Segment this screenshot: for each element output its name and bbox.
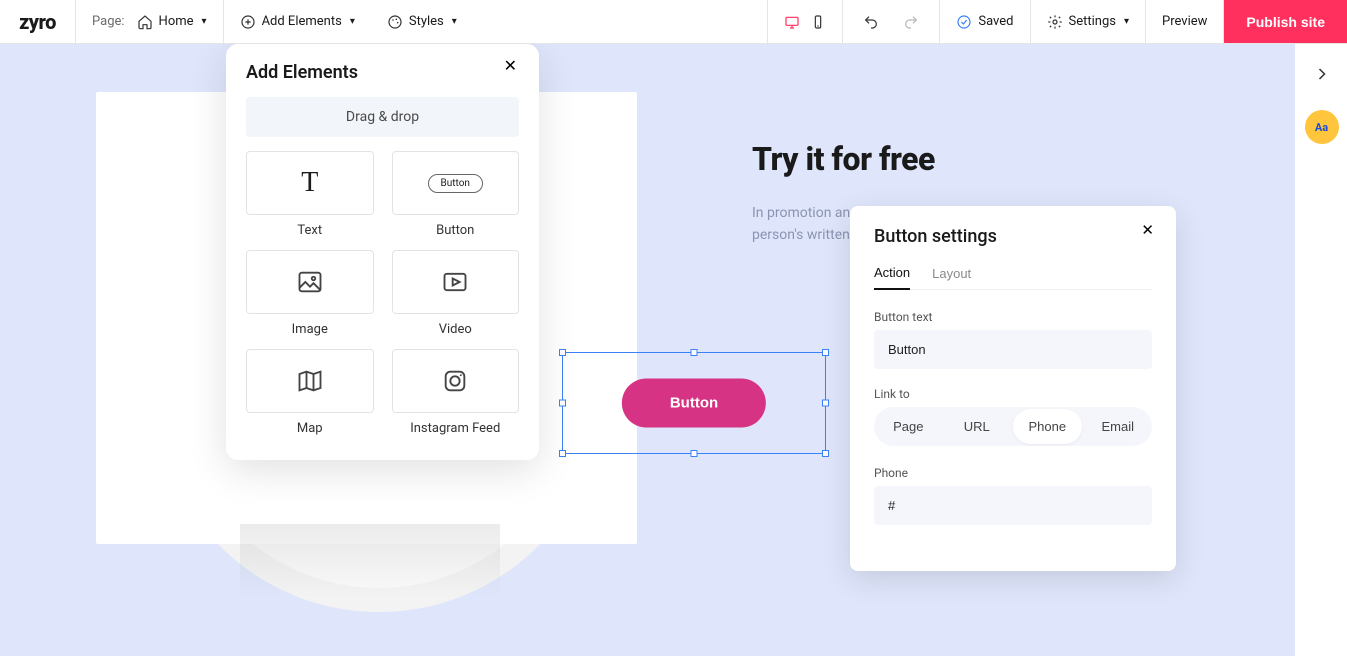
hero-title: Try it for free bbox=[752, 140, 935, 178]
aa-icon: Aa bbox=[1315, 121, 1328, 134]
link-option-url[interactable]: URL bbox=[943, 407, 1012, 446]
element-tile-text[interactable]: T Text bbox=[246, 151, 374, 238]
canvas-button-element[interactable]: Button bbox=[622, 379, 766, 428]
tab-action[interactable]: Action bbox=[874, 265, 910, 290]
link-to-label: Link to bbox=[874, 387, 1152, 401]
button-text-input[interactable] bbox=[874, 330, 1152, 369]
publish-button[interactable]: Publish site bbox=[1224, 0, 1347, 43]
button-settings-tabs: Action Layout bbox=[874, 265, 1152, 290]
gear-icon bbox=[1047, 14, 1063, 30]
redo-icon[interactable] bbox=[903, 14, 919, 30]
link-to-selector: Page URL Phone Email bbox=[874, 407, 1152, 446]
link-option-page[interactable]: Page bbox=[874, 407, 943, 446]
chevron-down-icon: ▾ bbox=[350, 16, 355, 27]
element-tile-label: Video bbox=[392, 322, 520, 337]
chevron-right-icon[interactable] bbox=[1312, 64, 1332, 84]
palette-icon bbox=[387, 14, 403, 30]
add-elements-panel-title: Add Elements bbox=[246, 62, 519, 83]
element-tile-instagram[interactable]: Instagram Feed bbox=[392, 349, 520, 436]
selection-frame[interactable]: Button bbox=[562, 352, 826, 454]
element-tile-label: Text bbox=[246, 223, 374, 238]
link-option-phone[interactable]: Phone bbox=[1013, 409, 1082, 444]
home-icon bbox=[137, 14, 153, 30]
link-option-email[interactable]: Email bbox=[1084, 407, 1153, 446]
chevron-down-icon: ▾ bbox=[1124, 16, 1129, 27]
chevron-down-icon: ▾ bbox=[452, 16, 457, 27]
resize-handle-mr[interactable] bbox=[822, 400, 829, 407]
brand-logo: zyro bbox=[0, 0, 76, 43]
preview-button[interactable]: Preview bbox=[1145, 0, 1224, 43]
brand-logo-text: zyro bbox=[19, 10, 56, 34]
resize-handle-tl[interactable] bbox=[559, 349, 566, 356]
desktop-icon[interactable] bbox=[784, 14, 800, 30]
chevron-down-icon: ▾ bbox=[202, 16, 207, 27]
resize-handle-tr[interactable] bbox=[822, 349, 829, 356]
mobile-icon[interactable] bbox=[810, 14, 826, 30]
editor-canvas-wrap: Try it for free In promotion and of adve… bbox=[0, 44, 1347, 656]
drag-drop-label: Drag & drop bbox=[246, 97, 519, 137]
check-circle-icon bbox=[956, 14, 972, 30]
image-element-icon bbox=[296, 268, 324, 296]
typography-tool-button[interactable]: Aa bbox=[1305, 110, 1339, 144]
page-selector[interactable]: Page: Home ▾ bbox=[76, 0, 223, 43]
phone-field-label: Phone bbox=[874, 466, 1152, 480]
button-settings-title: Button settings bbox=[874, 226, 1152, 247]
element-tile-video[interactable]: Video bbox=[392, 250, 520, 337]
settings-button[interactable]: Settings ▾ bbox=[1031, 0, 1146, 43]
element-tile-label: Button bbox=[392, 223, 520, 238]
styles-label: Styles bbox=[409, 14, 444, 29]
close-icon: ✕ bbox=[1141, 222, 1154, 239]
preview-label: Preview bbox=[1162, 14, 1207, 29]
history-controls bbox=[843, 0, 940, 43]
close-add-elements-button[interactable]: ✕ bbox=[498, 58, 523, 76]
device-switcher bbox=[767, 0, 843, 43]
element-tile-label: Instagram Feed bbox=[392, 421, 520, 436]
text-element-icon: T bbox=[301, 167, 318, 199]
close-button-settings-button[interactable]: ✕ bbox=[1135, 220, 1160, 240]
phone-input[interactable] bbox=[874, 486, 1152, 525]
styles-button[interactable]: Styles ▾ bbox=[371, 0, 473, 43]
button-element-icon: Button bbox=[428, 174, 483, 193]
undo-icon[interactable] bbox=[863, 14, 879, 30]
resize-handle-br[interactable] bbox=[822, 450, 829, 457]
button-settings-panel: Button settings ✕ Action Layout Button t… bbox=[850, 206, 1176, 571]
top-toolbar: zyro Page: Home ▾ Add Elements ▾ Styles … bbox=[0, 0, 1347, 44]
instagram-element-icon bbox=[441, 367, 469, 395]
element-tile-label: Image bbox=[246, 322, 374, 337]
hero-card-shadow bbox=[240, 524, 500, 598]
button-text-label: Button text bbox=[874, 310, 1152, 324]
page-selector-name: Home bbox=[159, 14, 194, 29]
element-tile-image[interactable]: Image bbox=[246, 250, 374, 337]
plus-circle-icon bbox=[240, 14, 256, 30]
resize-handle-bc[interactable] bbox=[691, 450, 698, 457]
page-selector-label: Page: bbox=[92, 14, 125, 29]
resize-handle-bl[interactable] bbox=[559, 450, 566, 457]
add-elements-button[interactable]: Add Elements ▾ bbox=[224, 0, 371, 43]
settings-label: Settings bbox=[1069, 14, 1116, 29]
close-icon: ✕ bbox=[504, 58, 517, 75]
resize-handle-tc[interactable] bbox=[691, 349, 698, 356]
save-status: Saved bbox=[940, 0, 1030, 43]
video-element-icon bbox=[441, 268, 469, 296]
map-element-icon bbox=[296, 367, 324, 395]
add-elements-panel: Add Elements ✕ Drag & drop T Text Button… bbox=[226, 44, 539, 460]
element-tile-map[interactable]: Map bbox=[246, 349, 374, 436]
element-tile-label: Map bbox=[246, 421, 374, 436]
editor-canvas[interactable]: Try it for free In promotion and of adve… bbox=[0, 44, 1295, 656]
resize-handle-ml[interactable] bbox=[559, 400, 566, 407]
element-tile-button[interactable]: Button Button bbox=[392, 151, 520, 238]
right-rail: Aa bbox=[1295, 44, 1347, 656]
tab-layout[interactable]: Layout bbox=[932, 265, 971, 289]
add-elements-label: Add Elements bbox=[262, 14, 342, 29]
save-status-label: Saved bbox=[978, 14, 1013, 29]
